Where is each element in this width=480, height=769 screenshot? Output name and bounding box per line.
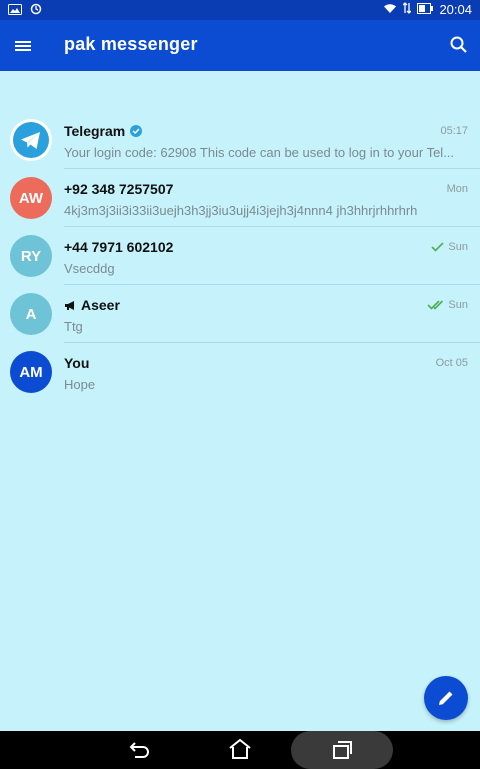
chat-name-label: +44 7971 602102	[64, 239, 174, 255]
chat-list: Telegram Your login code: 62908 This cod…	[0, 111, 480, 401]
chat-preview: Hope	[64, 377, 96, 392]
chat-name-label: You	[64, 355, 90, 371]
chat-time: 05:17	[440, 125, 468, 137]
sent-check-icon	[431, 242, 444, 252]
chat-time: Oct 05	[436, 357, 468, 369]
chat-name: Aseer	[64, 297, 120, 313]
chat-time-label: 05:17	[440, 125, 468, 137]
search-icon	[450, 36, 467, 53]
avatar-initials: RY	[20, 247, 42, 265]
home-button[interactable]	[227, 737, 253, 766]
chat-name: +44 7971 602102	[64, 239, 173, 255]
chat-time-label: Sun	[448, 241, 468, 253]
chat-preview: 4kj3m3j3ii3i33ii3uejh3h3jj3iu3ujj4i3jejh…	[64, 203, 418, 218]
chat-time: Sun	[427, 299, 468, 311]
chat-preview: Ttg	[64, 319, 83, 334]
back-arrow-icon	[129, 742, 149, 758]
chat-name: You	[64, 355, 89, 371]
avatar: AW	[10, 177, 52, 219]
avatar: A	[10, 293, 52, 335]
chat-item-+44-7971-602102[interactable]: RY +44 7971 602102 Vsecddg Sun	[0, 227, 480, 285]
avatar-initials: AW	[18, 189, 44, 207]
telegram-logo-icon	[13, 122, 49, 158]
app-bar: pak messenger	[0, 20, 480, 71]
app-title: pak messenger	[64, 34, 198, 54]
chat-time: Sun	[431, 241, 468, 253]
avatar: AM	[10, 351, 52, 393]
chat-name-label: Telegram	[64, 123, 126, 139]
channel-megaphone-icon	[65, 300, 74, 310]
hamburger-icon	[15, 41, 31, 51]
menu-button[interactable]	[12, 35, 34, 57]
chat-name: Telegram	[64, 123, 143, 139]
gallery-icon	[8, 3, 22, 18]
sync-icon	[30, 3, 42, 18]
status-bar: 20:04	[0, 0, 480, 20]
data-transfer-icon	[402, 2, 412, 17]
navigation-bar	[0, 731, 480, 769]
avatar-initials: A	[25, 305, 37, 323]
avatar	[10, 119, 52, 161]
chat-preview: Vsecddg	[64, 261, 115, 276]
chat-item-aseer[interactable]: A Aseer Ttg Sun	[0, 285, 480, 343]
search-button[interactable]	[448, 34, 470, 56]
status-time: 20:04	[439, 2, 472, 17]
read-double-check-icon	[427, 300, 444, 310]
chat-time-label: Oct 05	[435, 357, 468, 369]
chat-time-label: Mon	[446, 183, 468, 195]
verified-icon	[130, 125, 143, 137]
battery-icon	[417, 2, 434, 17]
home-icon	[229, 738, 251, 759]
wifi-icon	[383, 2, 397, 17]
chat-preview: Your login code: 62908 This code can be …	[64, 145, 455, 160]
pencil-icon	[439, 691, 453, 705]
compose-button[interactable]	[424, 676, 468, 720]
chat-item-+92-348-7257507[interactable]: AW +92 348 7257507 4kj3m3j3ii3i33ii3uejh…	[0, 169, 480, 227]
chat-item-you[interactable]: AM You Hope Oct 05	[0, 343, 480, 401]
chat-time-label: Sun	[448, 299, 468, 311]
chat-name-label: +92 348 7257507	[64, 181, 174, 197]
back-button[interactable]	[127, 739, 149, 766]
chat-time: Mon	[447, 183, 468, 195]
chat-name-label: Aseer	[81, 297, 120, 313]
recent-apps-icon	[333, 741, 352, 759]
avatar-initials: AM	[19, 363, 43, 381]
recent-apps-button[interactable]	[291, 731, 393, 769]
chat-name: +92 348 7257507	[64, 181, 173, 197]
avatar: RY	[10, 235, 52, 277]
chat-item-telegram[interactable]: Telegram Your login code: 62908 This cod…	[0, 111, 480, 169]
